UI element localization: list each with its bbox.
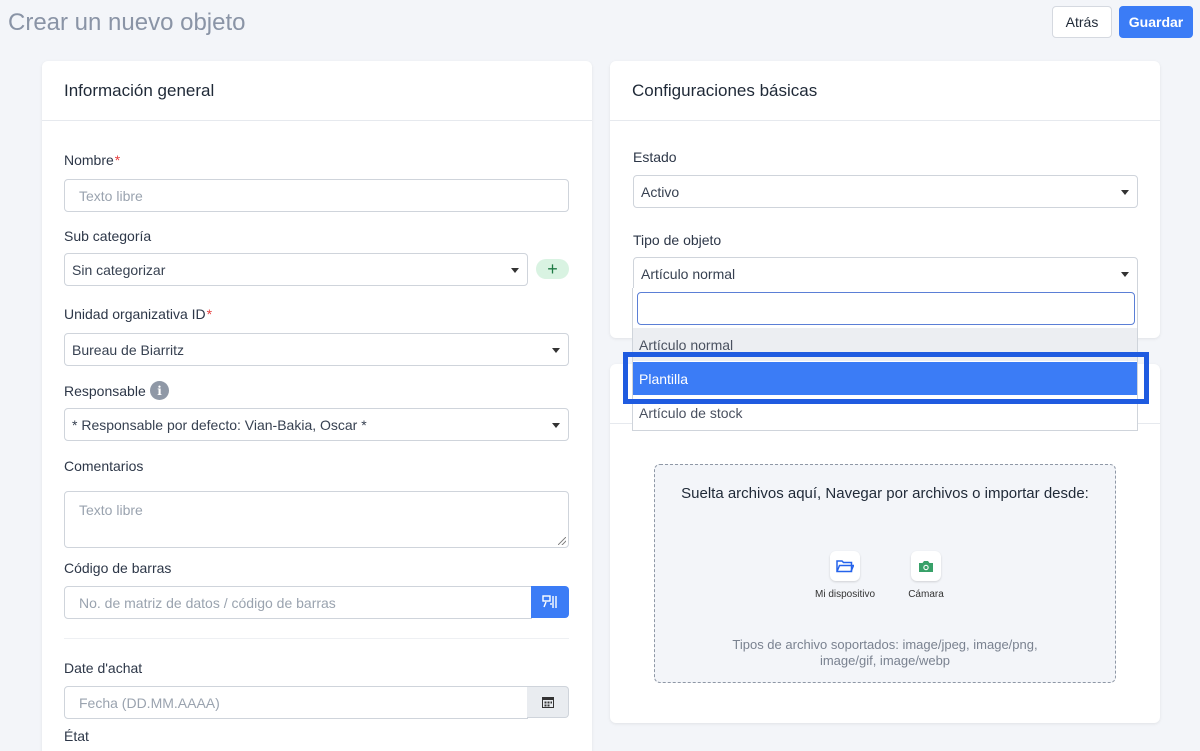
dropdown-search-input[interactable] — [637, 292, 1135, 325]
unit-value: Bureau de Biarritz — [72, 341, 185, 358]
add-subcategory-button[interactable]: + — [536, 259, 569, 279]
basic-settings-title: Configuraciones básicas — [610, 61, 1160, 121]
back-button[interactable]: Atrás — [1052, 6, 1112, 38]
page-title: Crear un nuevo objeto — [8, 9, 246, 36]
name-label: Nombre* — [64, 152, 121, 168]
unit-select[interactable]: Bureau de Biarritz — [64, 333, 569, 366]
name-input[interactable]: Texto libre — [64, 179, 569, 212]
status-select[interactable]: Activo — [633, 175, 1138, 208]
general-info-title: Información general — [42, 61, 592, 121]
purchase-date-label: Date d'achat — [64, 660, 143, 676]
barcode-scan-button[interactable] — [531, 586, 569, 618]
responsible-select[interactable]: * Responsable por defecto: Vian-Bakia, O… — [64, 408, 569, 441]
subcategory-select[interactable]: Sin categorizar — [64, 253, 528, 286]
calendar-icon — [541, 697, 554, 708]
chevron-down-icon — [511, 268, 519, 273]
object-type-dropdown: Artículo normal Plantilla Artículo de st… — [632, 288, 1138, 431]
barcode-scan-icon — [542, 595, 557, 608]
folder-icon — [830, 551, 860, 581]
chevron-down-icon — [552, 348, 560, 353]
my-device-label: Mi dispositivo — [814, 589, 876, 600]
info-icon[interactable]: i — [150, 381, 169, 400]
comments-textarea[interactable]: Texto libre — [64, 491, 569, 548]
save-button[interactable]: Guardar — [1119, 6, 1193, 38]
my-device-source[interactable]: Mi dispositivo — [800, 551, 890, 600]
comments-label: Comentarios — [64, 458, 144, 474]
status-label: Estado — [633, 149, 677, 165]
object-type-value: Artículo normal — [641, 265, 736, 282]
chevron-down-icon — [1121, 190, 1129, 195]
responsible-label: Responsable — [64, 383, 146, 399]
status-value: Activo — [641, 183, 680, 200]
subcategory-value: Sin categorizar — [72, 261, 166, 278]
required-marker: * — [206, 306, 213, 322]
state-label: État — [64, 728, 89, 744]
camera-label: Cámara — [908, 589, 944, 600]
chevron-down-icon — [552, 423, 560, 428]
option-plantilla[interactable]: Plantilla — [633, 362, 1137, 395]
purchase-date-input[interactable]: Fecha (DD.MM.AAAA) — [64, 686, 528, 719]
chevron-down-icon — [1121, 272, 1129, 277]
unit-label: Unidad organizativa ID* — [64, 306, 213, 322]
barcode-label: Código de barras — [64, 560, 172, 576]
dropzone-title: Suelta archivos aquí, Navegar por archiv… — [681, 485, 1089, 502]
option-articulo-normal[interactable]: Artículo normal — [633, 328, 1137, 361]
object-type-label: Tipo de objeto — [633, 232, 722, 248]
required-marker: * — [114, 152, 121, 168]
camera-icon — [911, 551, 941, 581]
supported-file-types: Tipos de archivo soportados: image/jpeg,… — [732, 637, 1038, 668]
file-dropzone[interactable]: Suelta archivos aquí, Navegar por archiv… — [654, 464, 1116, 683]
comments-placeholder: Texto libre — [79, 502, 143, 518]
section-divider — [64, 638, 569, 639]
option-articulo-stock[interactable]: Artículo de stock — [633, 396, 1137, 429]
resize-handle-icon[interactable] — [558, 537, 566, 545]
calendar-button[interactable] — [527, 686, 569, 718]
responsible-value: * Responsable por defecto: Vian-Bakia, O… — [72, 416, 367, 433]
general-info-card: Información general — [42, 61, 592, 751]
camera-source[interactable]: Cámara — [881, 551, 971, 600]
object-type-select[interactable]: Artículo normal — [633, 257, 1138, 290]
barcode-input[interactable]: No. de matriz de datos / código de barra… — [64, 586, 532, 619]
subcategory-label: Sub categoría — [64, 228, 152, 244]
